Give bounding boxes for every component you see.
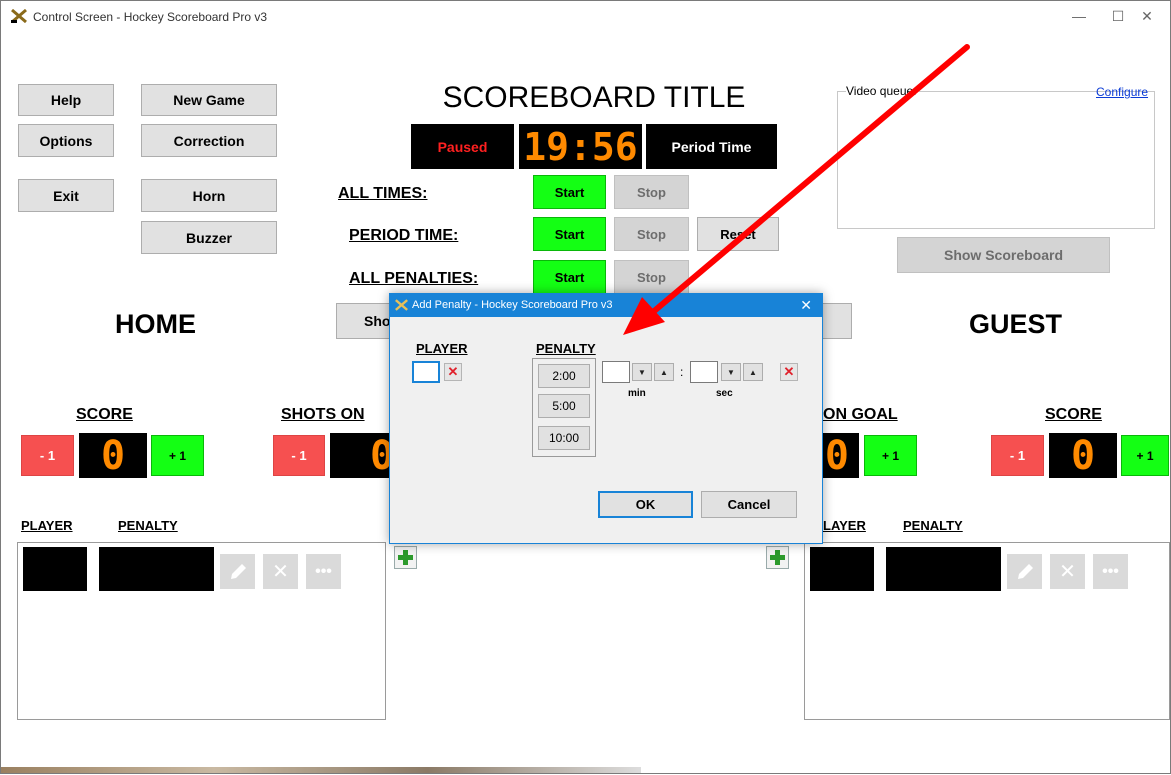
period-time-stop-button[interactable]: Stop [614,217,689,251]
configure-link[interactable]: Configure [1096,85,1148,99]
more-options-icon[interactable]: ••• [306,554,341,589]
video-queue-box [837,91,1155,229]
edit-pencil-icon[interactable] [1007,554,1042,589]
min-label: min [628,388,646,399]
all-times-stop-button[interactable]: Stop [614,175,689,209]
status-indicator: Paused [411,124,514,169]
preset-10-00-button[interactable]: 10:00 [538,426,590,450]
show-scoreboard-button[interactable]: Show Scoreboard [897,237,1110,273]
close-button[interactable]: ✕ [1124,5,1170,27]
home-player-header: PLAYER [21,518,73,533]
penalty-seconds-input[interactable] [690,361,718,383]
clear-time-x-icon[interactable]: ✕ [780,363,798,381]
ok-button[interactable]: OK [598,491,693,518]
guest-score-display: 0 [1049,433,1117,479]
options-button[interactable]: Options [18,124,114,157]
video-queue-label: Video queue: [846,84,919,98]
guest-penalty-header: PENALTY [903,518,963,533]
guest-penalty-list: ✕ ••• [804,542,1170,720]
dialog-player-label: PLAYER [416,341,468,356]
preset-2-00-button[interactable]: 2:00 [538,364,590,388]
seconds-down-icon[interactable]: ▼ [721,363,741,381]
correction-button[interactable]: Correction [141,124,277,157]
dialog-penalty-label: PENALTY [536,341,596,356]
app-icon [11,9,27,23]
guest-score-label: SCORE [1045,406,1102,423]
home-shots-minus-button[interactable]: - 1 [273,435,325,476]
home-score-display: 0 [79,433,147,479]
period-time-label: PERIOD TIME: [349,227,459,244]
guest-score-minus-button[interactable]: - 1 [991,435,1044,476]
delete-x-icon[interactable]: ✕ [1050,554,1085,589]
dialog-close-button[interactable]: ✕ [800,297,812,314]
scoreboard-title: SCOREBOARD TITLE [442,81,746,114]
player-number-input[interactable] [412,361,440,383]
buzzer-button[interactable]: Buzzer [141,221,277,254]
edit-pencil-icon[interactable] [220,554,255,589]
plus-icon [398,550,413,565]
guest-add-penalty-button[interactable] [766,546,789,569]
title-bar: Control Screen - Hockey Scoreboard Pro v… [1,1,1170,31]
main-window: Control Screen - Hockey Scoreboard Pro v… [0,0,1171,774]
home-shots-label: SHOTS ON [281,406,365,423]
all-penalties-label: ALL PENALTIES: [349,270,479,287]
delete-x-icon[interactable]: ✕ [263,554,298,589]
new-game-button[interactable]: New Game [141,84,277,116]
guest-shots-label: ON GOAL [823,406,898,423]
home-score-plus-button[interactable]: + 1 [151,435,204,476]
home-shots-display: 0 [330,433,394,479]
period-time-reset-button[interactable]: Reset [697,217,779,251]
guest-shots-display: 0 [823,433,859,479]
seconds-up-icon[interactable]: ▲ [743,363,763,381]
penalty-preset-group: 2:00 5:00 10:00 [532,358,596,457]
time-separator: : [680,365,684,379]
home-score-minus-button[interactable]: - 1 [21,435,74,476]
guest-penalty-time-cell [886,547,1001,591]
sec-label: sec [716,388,733,399]
home-penalty-header: PENALTY [118,518,178,533]
all-penalties-start-button[interactable]: Start [533,260,606,294]
game-clock: 19:56 [519,124,642,169]
add-penalty-dialog: Add Penalty - Hockey Scoreboard Pro v3 ✕… [389,293,823,544]
background-strip [1,767,641,773]
home-add-penalty-button[interactable] [394,546,417,569]
home-penalty-player-cell [23,547,87,591]
period-time-start-button[interactable]: Start [533,217,606,251]
guest-score-plus-button[interactable]: + 1 [1121,435,1169,476]
more-options-icon[interactable]: ••• [1093,554,1128,589]
dialog-title: Add Penalty - Hockey Scoreboard Pro v3 [412,299,613,311]
exit-button[interactable]: Exit [18,179,114,212]
all-times-start-button[interactable]: Start [533,175,606,209]
minutes-up-icon[interactable]: ▲ [654,363,674,381]
time-mode-indicator[interactable]: Period Time [646,124,777,169]
preset-5-00-button[interactable]: 5:00 [538,394,590,418]
clear-player-x-icon[interactable]: ✕ [444,363,462,381]
guest-team-name: GUEST [969,309,1063,339]
app-icon [395,299,408,311]
guest-penalty-player-cell [810,547,874,591]
all-penalties-stop-button[interactable]: Stop [614,260,689,294]
help-button[interactable]: Help [18,84,114,116]
cancel-button[interactable]: Cancel [701,491,797,518]
horn-button[interactable]: Horn [141,179,277,212]
dialog-title-bar: Add Penalty - Hockey Scoreboard Pro v3 ✕ [390,294,822,317]
guest-player-header: LAYER [823,518,866,533]
home-penalty-time-cell [99,547,214,591]
home-show-button[interactable]: Sho [336,303,396,339]
home-penalty-list: ✕ ••• [17,542,386,720]
home-team-name: HOME [115,309,196,339]
plus-icon [770,550,785,565]
window-title: Control Screen - Hockey Scoreboard Pro v… [33,10,268,24]
guest-shots-plus-button[interactable]: + 1 [864,435,917,476]
home-score-label: SCORE [76,406,133,423]
penalty-minutes-input[interactable] [602,361,630,383]
minutes-down-icon[interactable]: ▼ [632,363,652,381]
all-times-label: ALL TIMES: [338,185,428,202]
